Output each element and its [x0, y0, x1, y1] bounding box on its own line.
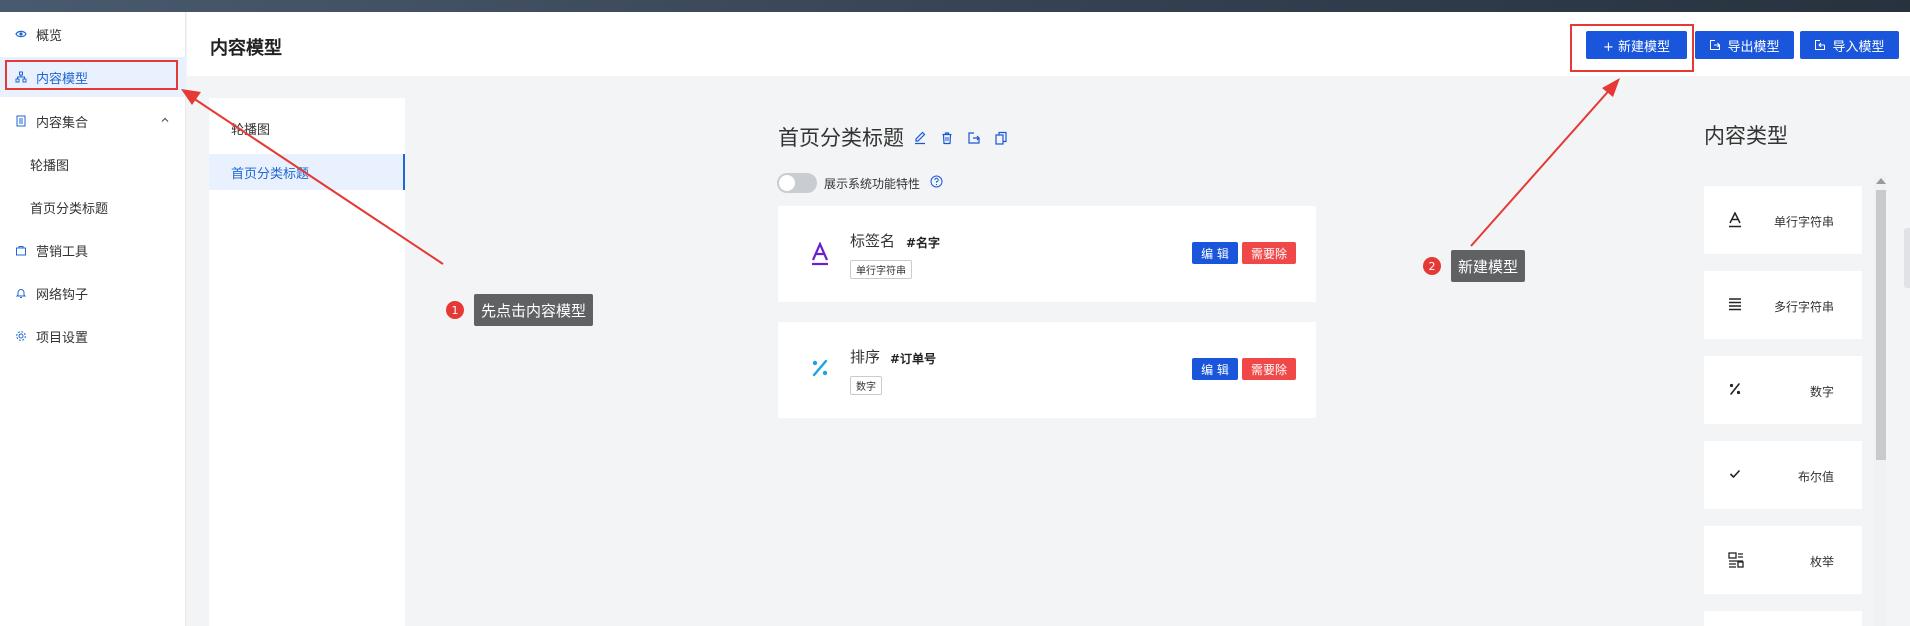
arrow-to-new-model: [1470, 78, 1620, 247]
annotation-marker-2: 2: [1423, 257, 1441, 275]
arrow-to-content-model: [181, 89, 444, 265]
annotation-tooltip-2: 新建模型: [1451, 250, 1526, 282]
annotation-tooltip-1: 先点击内容模型: [474, 294, 594, 326]
annotation-arrows: [181, 78, 1620, 265]
annotation-marker-1: 1: [446, 301, 464, 319]
